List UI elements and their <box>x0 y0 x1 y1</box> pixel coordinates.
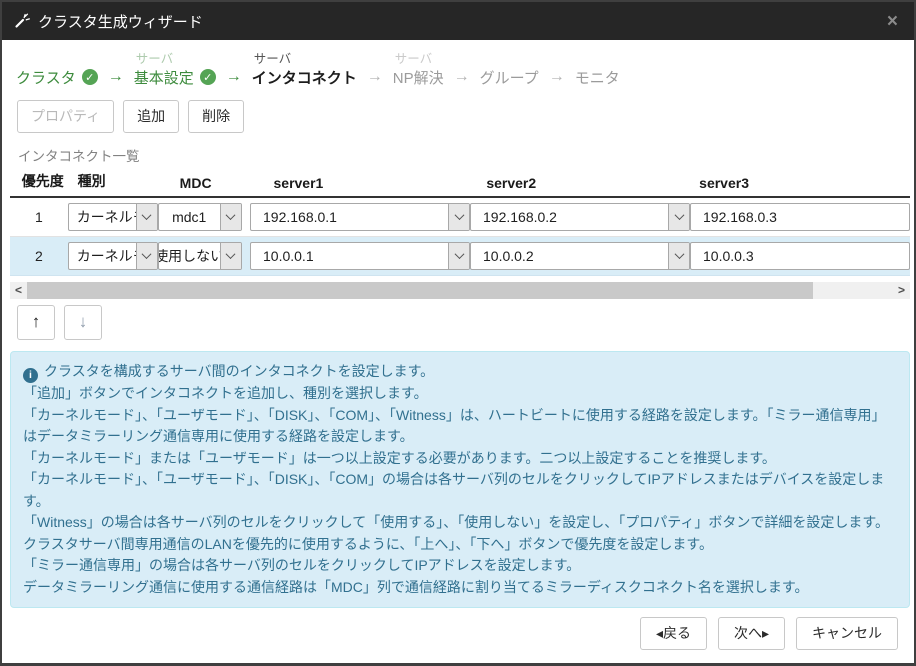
server2-select-value: 192.168.0.2 <box>471 204 668 230</box>
server1-select[interactable]: 192.168.0.1 <box>250 203 470 231</box>
step-monitor: モニタ <box>575 48 620 88</box>
move-down-button[interactable]: ↓ <box>64 305 102 340</box>
horizontal-scrollbar[interactable]: < > <box>10 282 910 299</box>
scrollbar-thumb[interactable] <box>27 282 813 299</box>
info-line: 「カーネルモード」、「ユーザモード」、「DISK」、「COM」、「Witness… <box>23 405 897 448</box>
check-icon: ✓ <box>200 69 216 85</box>
type-select-value: カーネルモード <box>69 243 136 269</box>
step-arrow-icon: → <box>108 48 124 88</box>
titlebar: クラスタ生成ウィザード × <box>2 2 914 40</box>
chevron-down-icon <box>136 243 157 269</box>
info-line: 「カーネルモード」、「ユーザモード」、「DISK」、「COM」の場合は各サーバ列… <box>23 469 897 512</box>
step-basic-settings: サーバ 基本設定 ✓ <box>134 48 216 88</box>
step-interconnect: サーバ インタコネクト <box>252 48 357 88</box>
wizard-steps: クラスタ ✓ → サーバ 基本設定 ✓ → サーバ インタコネクト → サーバ … <box>2 40 914 98</box>
footer: ◂戻る 次へ▸ キャンセル <box>2 608 914 650</box>
info-line: データミラーリング通信に使用する通信経路は「MDC」列で通信経路に割り当てるミラ… <box>23 577 897 599</box>
chevron-down-icon <box>220 243 241 269</box>
check-icon: ✓ <box>82 69 98 85</box>
chevron-down-icon <box>448 243 469 269</box>
add-button[interactable]: 追加 <box>123 100 179 133</box>
info-line: 「カーネルモード」または「ユーザモード」は一つ以上設定する必要があります。二つ以… <box>23 448 897 470</box>
info-box: iクラスタを構成するサーバ間のインタコネクトを設定します。 「追加」ボタンでイン… <box>10 351 910 608</box>
mdc-select[interactable]: mdc1 <box>158 203 242 231</box>
server1-select-value: 10.0.0.1 <box>251 243 448 269</box>
server2-select-value: 10.0.0.2 <box>471 243 668 269</box>
info-line: クラスタサーバ間専用通信のLANを優先的に使用するように、「上へ」、「下へ」ボタ… <box>23 534 897 556</box>
header-server3: server3 <box>697 175 910 191</box>
info-line: iクラスタを構成するサーバ間のインタコネクトを設定します。 <box>23 361 897 383</box>
cluster-wizard-dialog: クラスタ生成ウィザード × クラスタ ✓ → サーバ 基本設定 ✓ → サーバ … <box>0 0 916 666</box>
header-server2: server2 <box>484 175 697 191</box>
server2-select[interactable]: 10.0.0.2 <box>470 242 690 270</box>
wand-icon <box>14 13 30 29</box>
step-arrow-icon: → <box>454 48 470 88</box>
move-buttons: ↑ ↓ <box>2 299 914 340</box>
info-icon: i <box>23 368 38 383</box>
move-up-button[interactable]: ↑ <box>17 305 55 340</box>
info-line: 「Witness」の場合は各サーバ列のセルをクリックして「使用する」、「使用しな… <box>23 512 897 534</box>
header-server1: server1 <box>272 175 485 191</box>
cancel-button[interactable]: キャンセル <box>796 617 898 650</box>
dialog-title: クラスタ生成ウィザード <box>38 11 883 32</box>
scroll-left-icon[interactable]: < <box>10 282 27 299</box>
server1-select[interactable]: 10.0.0.1 <box>250 242 470 270</box>
table-row[interactable]: 2 カーネルモード 使用しない 10.0.0.1 <box>10 237 910 276</box>
arrow-down-icon: ↓ <box>79 312 88 332</box>
header-priority: 優先度 <box>10 171 76 191</box>
server3-select[interactable]: 192.168.0.3 <box>690 203 910 231</box>
priority-cell: 1 <box>10 209 68 225</box>
step-arrow-icon: → <box>226 48 242 88</box>
table-header-row: 優先度 種別 MDC server1 server2 server3 <box>10 171 910 198</box>
type-select[interactable]: カーネルモード <box>68 203 158 231</box>
server3-select[interactable]: 10.0.0.3 <box>690 242 910 270</box>
type-select-value: カーネルモード <box>69 204 136 230</box>
arrow-up-icon: ↑ <box>32 312 41 332</box>
header-type: 種別 <box>76 171 166 191</box>
step-group: グループ <box>480 48 539 88</box>
next-button[interactable]: 次へ▸ <box>718 617 785 650</box>
mdc-select-value: mdc1 <box>159 204 220 230</box>
step-arrow-icon: → <box>549 48 565 88</box>
chevron-down-icon <box>220 204 241 230</box>
priority-cell: 2 <box>10 248 68 264</box>
type-select[interactable]: カーネルモード <box>68 242 158 270</box>
mdc-select[interactable]: 使用しない <box>158 242 242 270</box>
info-line: 「追加」ボタンでインタコネクトを追加し、種別を選択します。 <box>23 383 897 405</box>
server3-select-value: 10.0.0.3 <box>691 243 909 269</box>
info-line: 「ミラー通信専用」の場合は各サーバ列のセルをクリックしてIPアドレスを設定します… <box>23 555 897 577</box>
server3-select-value: 192.168.0.3 <box>691 204 909 230</box>
step-np-resolution: サーバ NP解決 <box>393 48 444 88</box>
chevron-down-icon <box>668 243 689 269</box>
header-mdc: MDC <box>166 175 272 191</box>
interconnect-table: 優先度 種別 MDC server1 server2 server3 1 カーネ… <box>10 171 910 276</box>
server1-select-value: 192.168.0.1 <box>251 204 448 230</box>
back-button[interactable]: ◂戻る <box>640 617 707 650</box>
mdc-select-value: 使用しない <box>159 243 220 269</box>
close-icon[interactable]: × <box>883 12 902 31</box>
step-arrow-icon: → <box>367 48 383 88</box>
remove-button[interactable]: 削除 <box>188 100 244 133</box>
toolbar: プロパティ 追加 削除 <box>2 98 914 133</box>
table-row[interactable]: 1 カーネルモード mdc1 192.168.0.1 <box>10 198 910 237</box>
chevron-down-icon <box>448 204 469 230</box>
server2-select[interactable]: 192.168.0.2 <box>470 203 690 231</box>
table-caption: インタコネクト一覧 <box>2 133 914 171</box>
properties-button[interactable]: プロパティ <box>17 100 114 133</box>
scroll-right-icon[interactable]: > <box>893 282 910 299</box>
step-cluster: クラスタ ✓ <box>16 48 98 88</box>
chevron-down-icon <box>668 204 689 230</box>
chevron-down-icon <box>136 204 157 230</box>
